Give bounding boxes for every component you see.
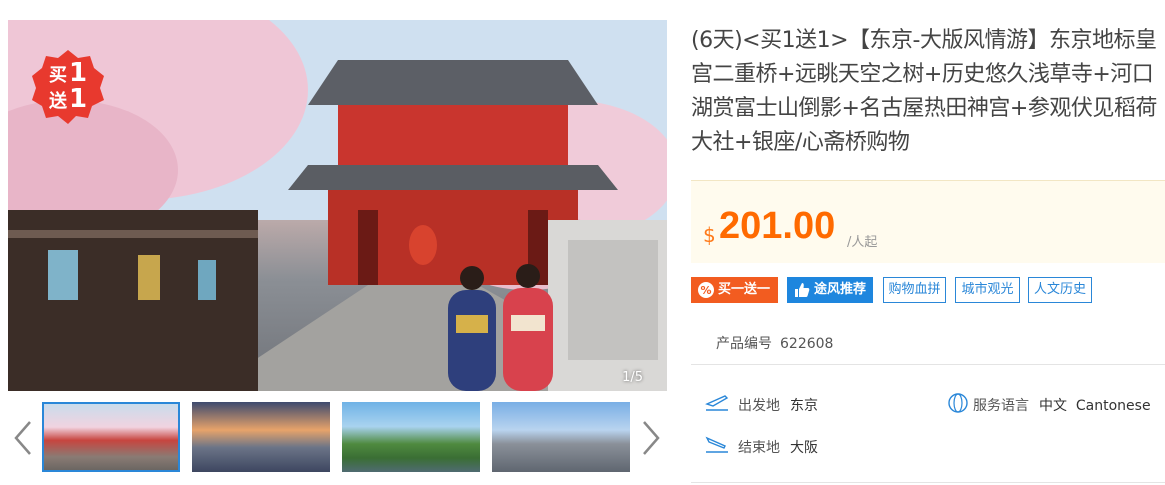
price-unit: /人起 — [847, 235, 878, 250]
language-value: 中文 Cantonese — [1039, 398, 1151, 414]
product-code: 622608 — [780, 336, 834, 352]
tag-recommended[interactable]: 途风推荐 — [787, 277, 873, 303]
product-code-label: 产品编号 — [716, 336, 772, 352]
promo-get-number: 1 — [68, 84, 88, 114]
tag-culture-history[interactable]: 人文历史 — [1028, 277, 1092, 303]
thumbnail-castle-park[interactable] — [342, 402, 480, 472]
end-row: 结束地 大阪 — [738, 437, 818, 457]
language-row: 服务语言 中文 Cantonese — [973, 395, 1151, 415]
thumbnail-tokyo-skyline[interactable] — [492, 402, 630, 472]
tag-label: 买一送一 — [718, 282, 771, 297]
end-value: 大阪 — [790, 440, 818, 456]
tag-shopping[interactable]: 购物血拼 — [883, 277, 946, 303]
tag-label: 途风推荐 — [814, 282, 867, 297]
product-title: (6天)<买1送1>【东京-大版风情游】东京地标皇宫二重桥+远眺天空之树+历史悠… — [691, 28, 1157, 155]
percent-icon: % — [698, 282, 714, 298]
tag-buy-one-get-one[interactable]: % 买一送一 — [691, 277, 778, 303]
divider — [691, 482, 1165, 483]
divider — [691, 364, 1165, 365]
product-code-row: 产品编号 622608 — [716, 333, 833, 353]
svg-text:%: % — [700, 284, 711, 297]
price-amount: 201.00 — [719, 205, 836, 247]
promo-buy-number: 1 — [68, 58, 88, 88]
buy-one-get-one-badge: 买1 送1 — [30, 48, 106, 124]
thumbnail-city-skyline[interactable] — [192, 402, 330, 472]
globe-icon — [948, 393, 968, 413]
promo-buy-label: 买 — [48, 65, 67, 86]
departure-value: 东京 — [790, 398, 818, 414]
plane-landing-icon — [705, 436, 728, 453]
temple-scene-illustration — [8, 20, 667, 391]
departure-row: 出发地 东京 — [738, 395, 818, 415]
departure-label: 出发地 — [738, 398, 780, 414]
end-label: 结束地 — [738, 440, 780, 456]
tag-city-sightseeing[interactable]: 城市观光 — [955, 277, 1020, 303]
thumbnail-temple[interactable] — [42, 402, 180, 472]
language-label: 服务语言 — [973, 398, 1029, 414]
promo-get-label: 送 — [48, 91, 67, 112]
image-counter: 1/5 — [622, 370, 643, 385]
currency-symbol: $ — [703, 223, 716, 247]
next-arrow-icon[interactable] — [640, 420, 662, 456]
price-box: $ 201.00 /人起 — [691, 180, 1165, 263]
thumbs-up-icon — [795, 283, 810, 297]
plane-takeoff-icon — [705, 395, 729, 411]
prev-arrow-icon[interactable] — [12, 420, 34, 456]
main-photo[interactable]: 买1 送1 1/5 — [8, 20, 667, 391]
